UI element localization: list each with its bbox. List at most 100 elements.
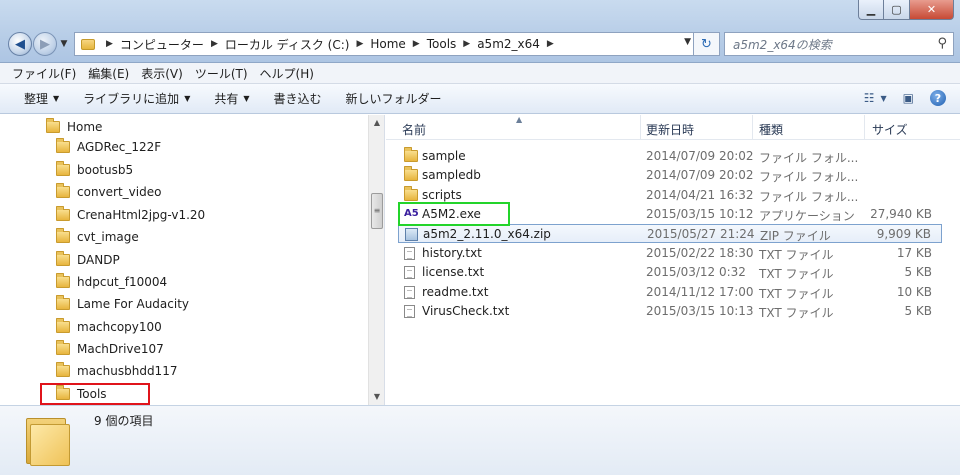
- exe-highlight: [398, 202, 510, 226]
- folder-icon: [56, 295, 70, 310]
- new-folder-button[interactable]: 新しいフォルダー: [346, 90, 442, 107]
- chevron-down-icon[interactable]: ▼: [881, 94, 887, 103]
- command-bar: 整理 ▼ ライブラリに追加 ▼ 共有 ▼ 書き込む 新しいフォルダー ☷ ▼ ▣ ?: [0, 84, 960, 114]
- menu-tools[interactable]: ツール(T): [195, 65, 248, 82]
- chevron-right-icon[interactable]: ▶: [547, 39, 554, 49]
- file-row[interactable]: readme.txt 2014/11/12 17:00 TXT ファイル 10 …: [398, 283, 942, 302]
- address-bar[interactable]: ▶ コンピューター ▶ ローカル ディスク (C:) ▶ Home ▶ Tool…: [74, 32, 694, 56]
- nav-item-home[interactable]: Home: [46, 117, 102, 137]
- file-row[interactable]: sample 2014/07/09 20:02 ファイル フォル...: [398, 147, 942, 166]
- chevron-right-icon[interactable]: ▶: [356, 39, 363, 49]
- share-button[interactable]: 共有 ▼: [214, 90, 249, 107]
- column-date[interactable]: 更新日時: [646, 121, 694, 138]
- recent-pages-dropdown[interactable]: ▼: [58, 39, 70, 49]
- column-divider[interactable]: [752, 115, 753, 140]
- chevron-right-icon[interactable]: ▶: [211, 39, 218, 49]
- nav-item-machusbhdd117[interactable]: machusbhdd117: [56, 361, 177, 381]
- column-header: ▲ 名前 更新日時 種類 サイズ: [386, 115, 960, 140]
- nav-item-machdrive107[interactable]: MachDrive107: [56, 339, 164, 359]
- folder-icon: [56, 161, 70, 176]
- back-button[interactable]: ◀: [8, 32, 32, 56]
- menu-view[interactable]: 表示(V): [141, 65, 183, 82]
- chevron-right-icon[interactable]: ▶: [106, 39, 113, 49]
- nav-item-dandp[interactable]: DANDP: [56, 250, 120, 270]
- view-options-icon[interactable]: ☷: [864, 91, 875, 105]
- nav-item-label: bootusb5: [77, 163, 134, 177]
- nav-item-hdpcut[interactable]: hdpcut_f10004: [56, 272, 167, 292]
- nav-item-label: Home: [67, 120, 103, 134]
- column-name[interactable]: 名前: [402, 121, 426, 138]
- address-dropdown[interactable]: ▼: [684, 37, 691, 47]
- file-row[interactable]: history.txt 2015/02/22 18:30 TXT ファイル 17…: [398, 244, 942, 263]
- minimize-button[interactable]: ▁: [858, 0, 884, 20]
- refresh-button[interactable]: ↻: [694, 32, 720, 56]
- nav-item-label: DANDP: [77, 253, 120, 267]
- nav-item-convert-video[interactable]: convert_video: [56, 182, 161, 202]
- nav-item-bootusb5[interactable]: bootusb5: [56, 160, 133, 180]
- file-type: TXT ファイル: [759, 287, 834, 301]
- column-type[interactable]: 種類: [759, 121, 783, 138]
- menu-bar: ファイル(F) 編集(E) 表示(V) ツール(T) ヘルプ(H): [0, 63, 960, 84]
- minimize-icon: ▁: [866, 3, 876, 16]
- file-list: ▲ 名前 更新日時 種類 サイズ sample 2014/07/09 20:02…: [386, 115, 960, 405]
- file-row-selected[interactable]: a5m2_2.11.0_x64.zip 2015/05/27 21:24 ZIP…: [398, 224, 942, 243]
- item-count: 9 個の項目: [94, 414, 154, 428]
- nav-item-machcopy100[interactable]: machcopy100: [56, 317, 162, 337]
- file-date: 2015/05/27 21:24: [647, 227, 755, 241]
- menu-help[interactable]: ヘルプ(H): [260, 65, 314, 82]
- nav-item-lame-for-audacity[interactable]: Lame For Audacity: [56, 294, 189, 314]
- text-file-icon: [404, 247, 415, 260]
- breadcrumb-local-disk[interactable]: ローカル ディスク (C:): [225, 36, 350, 53]
- file-type: アプリケーション: [759, 209, 855, 223]
- scroll-thumb[interactable]: ≡: [371, 193, 383, 229]
- file-type: ZIP ファイル: [760, 229, 831, 243]
- add-to-library-button[interactable]: ライブラリに追加 ▼: [83, 90, 190, 107]
- maximize-button[interactable]: ▢: [884, 0, 910, 20]
- preview-pane-icon[interactable]: ▣: [903, 91, 914, 105]
- menu-file[interactable]: ファイル(F): [12, 65, 76, 82]
- file-row[interactable]: VirusCheck.txt 2015/03/15 10:13 TXT ファイル…: [398, 302, 942, 321]
- file-row[interactable]: sampledb 2014/07/09 20:02 ファイル フォル...: [398, 166, 942, 185]
- breadcrumb-computer[interactable]: コンピューター: [120, 36, 204, 53]
- file-row[interactable]: license.txt 2015/03/12 0:32 TXT ファイル 5 K…: [398, 263, 942, 282]
- file-type: TXT ファイル: [759, 248, 834, 262]
- help-icon[interactable]: ?: [930, 90, 946, 106]
- search-icon[interactable]: ⚲: [937, 36, 947, 51]
- zip-icon: [405, 228, 418, 241]
- organize-button[interactable]: 整理 ▼: [24, 90, 59, 107]
- window-controls: ▁ ▢ ✕: [858, 0, 954, 20]
- burn-button[interactable]: 書き込む: [274, 90, 322, 107]
- nav-item-crenahtml2jpg[interactable]: CrenaHtml2jpg-v1.20: [56, 205, 205, 225]
- breadcrumb-tools[interactable]: Tools: [427, 37, 457, 51]
- text-file-icon: [404, 266, 415, 279]
- search-placeholder: a5m2_x64の検索: [733, 37, 832, 52]
- folder-icon: [56, 273, 70, 288]
- search-input[interactable]: a5m2_x64の検索 ⚲: [724, 32, 954, 56]
- nav-item-cvt-image[interactable]: cvt_image: [56, 227, 139, 247]
- navigation-pane: Home AGDRec_122F bootusb5 convert_video …: [0, 115, 385, 405]
- breadcrumb-home[interactable]: Home: [370, 37, 405, 51]
- menu-edit[interactable]: 編集(E): [88, 65, 129, 82]
- nav-item-label: machusbhdd117: [77, 364, 178, 378]
- nav-scrollbar[interactable]: ▲ ≡ ▼: [368, 115, 384, 405]
- column-size[interactable]: サイズ: [872, 121, 908, 138]
- folder-icon: [56, 251, 70, 266]
- scroll-down-icon[interactable]: ▼: [369, 389, 384, 405]
- nav-item-label: convert_video: [77, 185, 162, 199]
- breadcrumb-a5m2[interactable]: a5m2_x64: [477, 37, 540, 51]
- file-date: 2014/07/09 20:02: [646, 168, 754, 182]
- file-date: 2015/03/15 10:12: [646, 207, 754, 221]
- chevron-right-icon[interactable]: ▶: [463, 39, 470, 49]
- column-divider[interactable]: [640, 115, 641, 140]
- close-icon: ✕: [926, 3, 937, 16]
- scroll-up-icon[interactable]: ▲: [369, 115, 384, 131]
- forward-button[interactable]: ▶: [33, 32, 57, 56]
- arrow-right-icon: ▶: [40, 36, 50, 52]
- close-button[interactable]: ✕: [910, 0, 954, 20]
- chevron-right-icon[interactable]: ▶: [413, 39, 420, 49]
- column-divider[interactable]: [864, 115, 865, 140]
- file-name: a5m2_2.11.0_x64.zip: [423, 227, 551, 241]
- file-name: VirusCheck.txt: [422, 304, 510, 318]
- nav-item-agdrec[interactable]: AGDRec_122F: [56, 137, 161, 157]
- folder-icon: [56, 318, 70, 333]
